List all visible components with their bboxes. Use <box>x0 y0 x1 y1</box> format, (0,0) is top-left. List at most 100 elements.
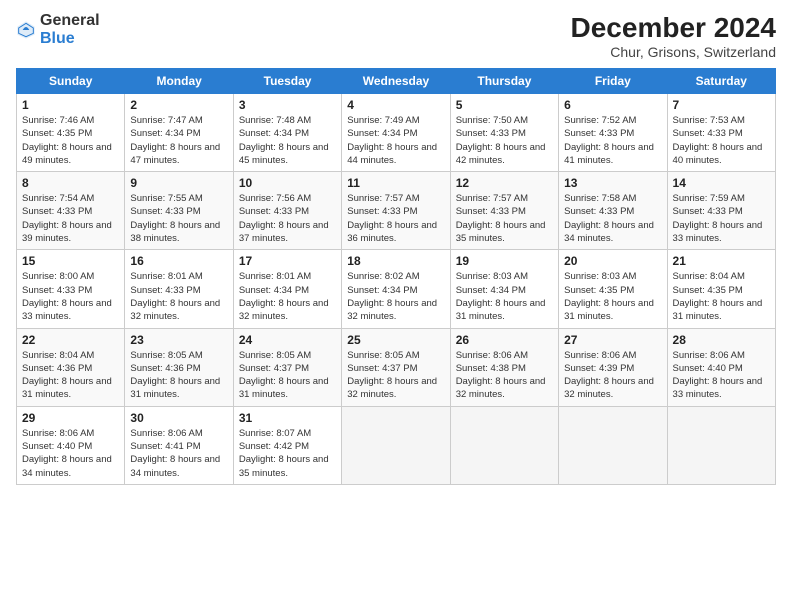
day-cell: 5Sunrise: 7:50 AMSunset: 4:33 PMDaylight… <box>450 94 558 172</box>
day-info: Sunrise: 8:04 AMSunset: 4:36 PMDaylight:… <box>22 349 119 402</box>
week-row-3: 15 Sunrise: 8:00 AMSunset: 4:33 PMDayligh… <box>17 250 776 328</box>
day-cell: 11Sunrise: 7:57 AMSunset: 4:33 PMDayligh… <box>342 172 450 250</box>
day-cell: 20 Sunrise: 8:03 AMSunset: 4:35 PMDayligh… <box>559 250 667 328</box>
title-block: December 2024 Chur, Grisons, Switzerland <box>571 12 776 60</box>
day-cell: 29 Sunrise: 8:06 AMSunset: 4:40 PMDayligh… <box>17 406 125 484</box>
day-info: Sunrise: 8:05 AMSunset: 4:36 PMDaylight:… <box>130 349 227 402</box>
header: General Blue December 2024 Chur, Grisons… <box>16 12 776 60</box>
day-number: 7 <box>673 98 770 112</box>
day-info: Sunrise: 8:02 AMSunset: 4:34 PMDaylight:… <box>347 270 444 323</box>
day-cell <box>342 406 450 484</box>
day-cell: 13 Sunrise: 7:58 AMSunset: 4:33 PMDayligh… <box>559 172 667 250</box>
day-info: Sunrise: 7:48 AMSunset: 4:34 PMDaylight:… <box>239 114 336 167</box>
day-cell: 12 Sunrise: 7:57 AMSunset: 4:33 PMDayligh… <box>450 172 558 250</box>
col-header-saturday: Saturday <box>667 69 775 94</box>
day-info: Sunrise: 7:50 AMSunset: 4:33 PMDaylight:… <box>456 114 553 167</box>
day-number: 24 <box>239 333 336 347</box>
day-info: Sunrise: 7:55 AMSunset: 4:33 PMDaylight:… <box>130 192 227 245</box>
day-number: 13 <box>564 176 661 190</box>
day-cell: 19 Sunrise: 8:03 AMSunset: 4:34 PMDayligh… <box>450 250 558 328</box>
day-number: 19 <box>456 254 553 268</box>
day-cell: 9 Sunrise: 7:55 AMSunset: 4:33 PMDaylight… <box>125 172 233 250</box>
day-info: Sunrise: 7:52 AMSunset: 4:33 PMDaylight:… <box>564 114 661 167</box>
day-cell <box>450 406 558 484</box>
logo-icon <box>16 20 36 40</box>
week-row-5: 29 Sunrise: 8:06 AMSunset: 4:40 PMDayligh… <box>17 406 776 484</box>
day-number: 14 <box>673 176 770 190</box>
day-number: 15 <box>22 254 119 268</box>
day-cell: 17 Sunrise: 8:01 AMSunset: 4:34 PMDayligh… <box>233 250 341 328</box>
day-number: 8 <box>22 176 119 190</box>
day-number: 3 <box>239 98 336 112</box>
day-info: Sunrise: 7:58 AMSunset: 4:33 PMDaylight:… <box>564 192 661 245</box>
day-number: 16 <box>130 254 227 268</box>
day-number: 29 <box>22 411 119 425</box>
day-info: Sunrise: 7:56 AMSunset: 4:33 PMDaylight:… <box>239 192 336 245</box>
day-number: 2 <box>130 98 227 112</box>
day-number: 17 <box>239 254 336 268</box>
day-cell <box>559 406 667 484</box>
day-number: 20 <box>564 254 661 268</box>
day-cell: 6Sunrise: 7:52 AMSunset: 4:33 PMDaylight… <box>559 94 667 172</box>
day-info: Sunrise: 8:00 AMSunset: 4:33 PMDaylight:… <box>22 270 119 323</box>
week-row-1: 1 Sunrise: 7:46 AMSunset: 4:35 PMDaylight… <box>17 94 776 172</box>
day-info: Sunrise: 8:03 AMSunset: 4:34 PMDaylight:… <box>456 270 553 323</box>
day-info: Sunrise: 8:06 AMSunset: 4:39 PMDaylight:… <box>564 349 661 402</box>
day-info: Sunrise: 7:57 AMSunset: 4:33 PMDaylight:… <box>456 192 553 245</box>
day-number: 26 <box>456 333 553 347</box>
day-cell: 22 Sunrise: 8:04 AMSunset: 4:36 PMDayligh… <box>17 328 125 406</box>
day-cell: 10Sunrise: 7:56 AMSunset: 4:33 PMDayligh… <box>233 172 341 250</box>
logo-blue: Blue <box>40 30 75 47</box>
day-info: Sunrise: 7:59 AMSunset: 4:33 PMDaylight:… <box>673 192 770 245</box>
day-cell: 28Sunrise: 8:06 AMSunset: 4:40 PMDayligh… <box>667 328 775 406</box>
day-info: Sunrise: 8:07 AMSunset: 4:42 PMDaylight:… <box>239 427 336 480</box>
day-number: 21 <box>673 254 770 268</box>
day-cell: 30 Sunrise: 8:06 AMSunset: 4:41 PMDayligh… <box>125 406 233 484</box>
day-number: 31 <box>239 411 336 425</box>
day-cell: 27 Sunrise: 8:06 AMSunset: 4:39 PMDayligh… <box>559 328 667 406</box>
day-number: 1 <box>22 98 119 112</box>
day-cell: 25 Sunrise: 8:05 AMSunset: 4:37 PMDayligh… <box>342 328 450 406</box>
day-number: 22 <box>22 333 119 347</box>
logo-general: General <box>40 12 100 29</box>
calendar: SundayMondayTuesdayWednesdayThursdayFrid… <box>16 68 776 485</box>
day-number: 25 <box>347 333 444 347</box>
day-info: Sunrise: 8:01 AMSunset: 4:33 PMDaylight:… <box>130 270 227 323</box>
calendar-header-row: SundayMondayTuesdayWednesdayThursdayFrid… <box>17 69 776 94</box>
page: General Blue December 2024 Chur, Grisons… <box>0 0 792 612</box>
day-info: Sunrise: 7:46 AMSunset: 4:35 PMDaylight:… <box>22 114 119 167</box>
day-number: 12 <box>456 176 553 190</box>
col-header-monday: Monday <box>125 69 233 94</box>
day-number: 18 <box>347 254 444 268</box>
day-info: Sunrise: 7:47 AMSunset: 4:34 PMDaylight:… <box>130 114 227 167</box>
day-info: Sunrise: 8:04 AMSunset: 4:35 PMDaylight:… <box>673 270 770 323</box>
day-cell: 2 Sunrise: 7:47 AMSunset: 4:34 PMDaylight… <box>125 94 233 172</box>
logo-text: General Blue <box>40 12 100 48</box>
day-info: Sunrise: 8:06 AMSunset: 4:41 PMDaylight:… <box>130 427 227 480</box>
day-info: Sunrise: 7:53 AMSunset: 4:33 PMDaylight:… <box>673 114 770 167</box>
col-header-tuesday: Tuesday <box>233 69 341 94</box>
day-cell: 16 Sunrise: 8:01 AMSunset: 4:33 PMDayligh… <box>125 250 233 328</box>
col-header-sunday: Sunday <box>17 69 125 94</box>
day-number: 27 <box>564 333 661 347</box>
day-cell: 24Sunrise: 8:05 AMSunset: 4:37 PMDayligh… <box>233 328 341 406</box>
day-info: Sunrise: 8:06 AMSunset: 4:40 PMDaylight:… <box>22 427 119 480</box>
day-number: 28 <box>673 333 770 347</box>
col-header-wednesday: Wednesday <box>342 69 450 94</box>
col-header-thursday: Thursday <box>450 69 558 94</box>
day-cell: 15 Sunrise: 8:00 AMSunset: 4:33 PMDayligh… <box>17 250 125 328</box>
col-header-friday: Friday <box>559 69 667 94</box>
day-number: 30 <box>130 411 227 425</box>
day-info: Sunrise: 8:05 AMSunset: 4:37 PMDaylight:… <box>347 349 444 402</box>
day-cell: 23Sunrise: 8:05 AMSunset: 4:36 PMDayligh… <box>125 328 233 406</box>
day-info: Sunrise: 8:06 AMSunset: 4:38 PMDaylight:… <box>456 349 553 402</box>
day-number: 4 <box>347 98 444 112</box>
day-cell: 7 Sunrise: 7:53 AMSunset: 4:33 PMDaylight… <box>667 94 775 172</box>
day-number: 9 <box>130 176 227 190</box>
day-cell: 4Sunrise: 7:49 AMSunset: 4:34 PMDaylight… <box>342 94 450 172</box>
day-cell: 1 Sunrise: 7:46 AMSunset: 4:35 PMDaylight… <box>17 94 125 172</box>
week-row-2: 8Sunrise: 7:54 AMSunset: 4:33 PMDaylight… <box>17 172 776 250</box>
day-info: Sunrise: 8:03 AMSunset: 4:35 PMDaylight:… <box>564 270 661 323</box>
day-info: Sunrise: 8:01 AMSunset: 4:34 PMDaylight:… <box>239 270 336 323</box>
day-info: Sunrise: 7:57 AMSunset: 4:33 PMDaylight:… <box>347 192 444 245</box>
